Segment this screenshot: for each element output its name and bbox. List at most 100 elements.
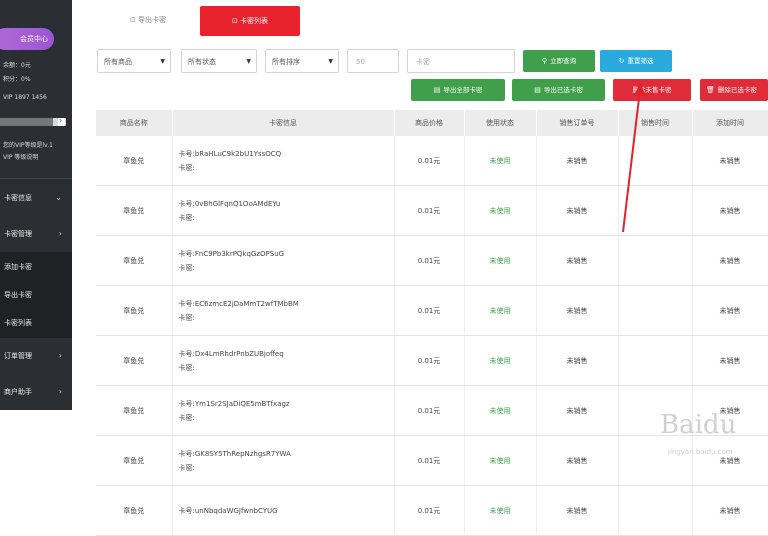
order-select[interactable]: 所有排序 ▼ xyxy=(265,49,339,73)
reset-button[interactable]: ↻ 重置筛选 xyxy=(600,50,672,72)
sidebar-subitem-add[interactable]: 添加卡密 xyxy=(4,262,32,272)
file-icon: ▤ xyxy=(433,86,441,94)
sidebar-item-label: 卡密管理 xyxy=(4,230,32,238)
cell-order: 未销售 xyxy=(536,385,619,436)
table-row[interactable]: 章鱼兑 卡号:0vBhGlFqnQ1OoAMdEYu 卡密: 0.01元 未使用 … xyxy=(96,185,768,236)
progress-chevron-icon[interactable] xyxy=(58,116,65,126)
sidebar-item-label: 卡密信息 xyxy=(4,194,32,202)
sidebar-subitem-export[interactable]: 导出卡密 xyxy=(4,290,32,300)
tab-card-list[interactable]: ⊡ 卡密列表 xyxy=(200,6,300,36)
query-button[interactable]: ⚲ 立即查询 xyxy=(523,50,595,72)
file-icon: ▤ xyxy=(534,86,541,94)
card-secret: 卡密: xyxy=(178,313,195,322)
chevron-right-icon: › xyxy=(58,229,62,238)
sidebar-item-label: 商户助手 xyxy=(4,388,32,396)
cell-added-time: 未销售 xyxy=(692,335,768,386)
cell-status: 未使用 xyxy=(464,136,537,186)
col-header-name[interactable]: 商品名称 xyxy=(96,110,173,136)
cell-price: 0.01元 xyxy=(394,136,465,186)
card-secret: 卡密: xyxy=(178,463,195,472)
cell-order: 未销售 xyxy=(536,485,619,536)
cell-added-time: 未销售 xyxy=(692,235,768,286)
cell-sold-time xyxy=(618,285,693,336)
export-selected-button[interactable]: ▤ 导出已选卡密 xyxy=(512,79,605,101)
vip-level-link[interactable]: VIP 等级说明 xyxy=(3,152,38,161)
cell-card: 卡号:unNbqdaWGJfwnbCYUG xyxy=(172,485,395,536)
cell-added-time: 未销售 xyxy=(692,136,768,186)
table-row[interactable]: 章鱼兑 卡号:EC6zmcE2jDaMmT2wfTMbBM 卡密: 0.01元 未… xyxy=(96,285,768,336)
card-secret: 卡密: xyxy=(178,263,195,272)
search-input[interactable]: 卡密 xyxy=(407,49,515,73)
col-header-card[interactable]: 卡密信息 xyxy=(172,110,395,136)
cell-card: 卡号:Ym1Sr2SJaDiQE5mBTfxagz 卡密: xyxy=(172,385,395,436)
tab-export-cards[interactable]: ⊡ 导出卡密 xyxy=(104,8,192,32)
cell-price: 0.01元 xyxy=(394,235,465,286)
cell-status: 未使用 xyxy=(464,385,537,436)
export-all-label: 导出全部卡密 xyxy=(443,86,483,94)
delete-selected-button[interactable]: 🗑 删除已选卡密 xyxy=(700,79,768,101)
cell-name: 章鱼兑 xyxy=(96,485,173,536)
cell-card: 卡号:bRaHLuC9k2bU1YssOCQ 卡密: xyxy=(172,136,395,186)
cell-order: 未销售 xyxy=(536,285,619,336)
page-size-input[interactable]: 50 xyxy=(347,49,399,73)
col-header-status[interactable]: 使用状态 xyxy=(464,110,537,136)
cell-sold-time xyxy=(618,335,693,386)
cell-card: 卡号:Dx4LmRhdrPnbZUBjoffeq 卡密: xyxy=(172,335,395,386)
cell-name: 章鱼兑 xyxy=(96,435,173,486)
table-row[interactable]: 章鱼兑 卡号:bRaHLuC9k2bU1YssOCQ 卡密: 0.01元 未使用 … xyxy=(96,136,768,186)
sidebar-item-card-manage[interactable]: 卡密管理 › xyxy=(0,216,72,252)
cell-status: 未使用 xyxy=(464,235,537,286)
cell-name: 章鱼兑 xyxy=(96,385,173,436)
sidebar-subitem-list[interactable]: 卡密列表 xyxy=(4,318,32,328)
cell-card: 卡号:GK8SY5ThRepNzhgsR7YWA 卡密: xyxy=(172,435,395,486)
table-row[interactable]: 章鱼兑 卡号:unNbqdaWGJfwnbCYUG 0.01元 未使用 未销售 … xyxy=(96,485,768,536)
cell-card: 卡号:FnC9Pb3krPQkqGzOPSuG 卡密: xyxy=(172,235,395,286)
cell-price: 0.01元 xyxy=(394,335,465,386)
export-all-button[interactable]: ▤ 导出全部卡密 xyxy=(411,79,505,101)
table-row[interactable]: 章鱼兑 卡号:FnC9Pb3krPQkqGzOPSuG 卡密: 0.01元 未使用… xyxy=(96,235,768,286)
cell-card: 卡号:EC6zmcE2jDaMmT2wfTMbBM 卡密: xyxy=(172,285,395,336)
sidebar: 会员中心 余额：0元 积分：0% VIP 1897 1456 您的VIP等级是l… xyxy=(0,0,72,410)
watermark-text: Baidu xyxy=(660,410,737,440)
cell-order: 未销售 xyxy=(536,335,619,386)
balance-text: 余额：0元 xyxy=(3,62,31,69)
card-secret: 卡密: xyxy=(178,363,195,372)
table-row[interactable]: 章鱼兑 卡号:Dx4LmRhdrPnbZUBjoffeq 卡密: 0.01元 未使… xyxy=(96,335,768,386)
reset-button-label: 重置筛选 xyxy=(627,57,654,65)
status-select-value: 所有状态 xyxy=(188,58,216,66)
cell-status: 未使用 xyxy=(464,335,537,386)
table-header-row: 商品名称 卡密信息 商品价格 使用状态 销售订单号 销售时间 添加时间 xyxy=(96,110,768,136)
card-number: 卡号:FnC9Pb3krPQkqGzOPSuG xyxy=(178,249,285,258)
card-table: 商品名称 卡密信息 商品价格 使用状态 销售订单号 销售时间 添加时间 章鱼兑 … xyxy=(96,110,768,536)
card-secret: 卡密: xyxy=(178,213,195,222)
card-number: 卡号:EC6zmcE2jDaMmT2wfTMbBM xyxy=(178,299,299,308)
cell-card: 卡号:0vBhGlFqnQ1OoAMdEYu 卡密: xyxy=(172,185,395,236)
sidebar-item-assistant[interactable]: 商户助手 › xyxy=(0,374,72,410)
trash-icon: 🗑 xyxy=(706,86,715,94)
cell-order: 未销售 xyxy=(536,435,619,486)
sidebar-item-card-info[interactable]: 卡密信息 ⌄ xyxy=(0,180,72,216)
status-select[interactable]: 所有状态 ▼ xyxy=(181,49,257,73)
col-header-price[interactable]: 商品价格 xyxy=(394,110,465,136)
col-header-added-time[interactable]: 添加时间 xyxy=(692,110,768,136)
cell-name: 章鱼兑 xyxy=(96,285,173,336)
cell-name: 章鱼兑 xyxy=(96,136,173,186)
sidebar-item-label: 订单管理 xyxy=(4,352,32,360)
chevron-right-icon: › xyxy=(58,351,62,360)
cell-added-time: 未销售 xyxy=(692,285,768,336)
cell-status: 未使用 xyxy=(464,185,537,236)
delete-selected-label: 删除已选卡密 xyxy=(717,86,757,94)
refresh-icon: ↻ xyxy=(618,57,625,65)
search-icon: ⚲ xyxy=(541,57,548,65)
sidebar-item-orders[interactable]: 订单管理 › xyxy=(0,338,72,374)
sidebar-submenu: 添加卡密 导出卡密 卡密列表 xyxy=(0,252,72,338)
member-center-pill[interactable]: 会员中心 xyxy=(0,28,54,50)
cell-sold-time xyxy=(618,235,693,286)
product-select[interactable]: 所有商品 ▼ xyxy=(97,49,171,73)
vip-stats-text: VIP 1897 1456 xyxy=(3,94,47,101)
chevron-down-icon: ⌄ xyxy=(55,193,62,202)
vip-progress-bar[interactable] xyxy=(0,116,66,126)
caret-down-icon: ▼ xyxy=(328,58,333,65)
baidu-watermark: Baidu jingyan.baidu.com xyxy=(660,410,760,470)
cell-sold-time xyxy=(618,485,693,536)
